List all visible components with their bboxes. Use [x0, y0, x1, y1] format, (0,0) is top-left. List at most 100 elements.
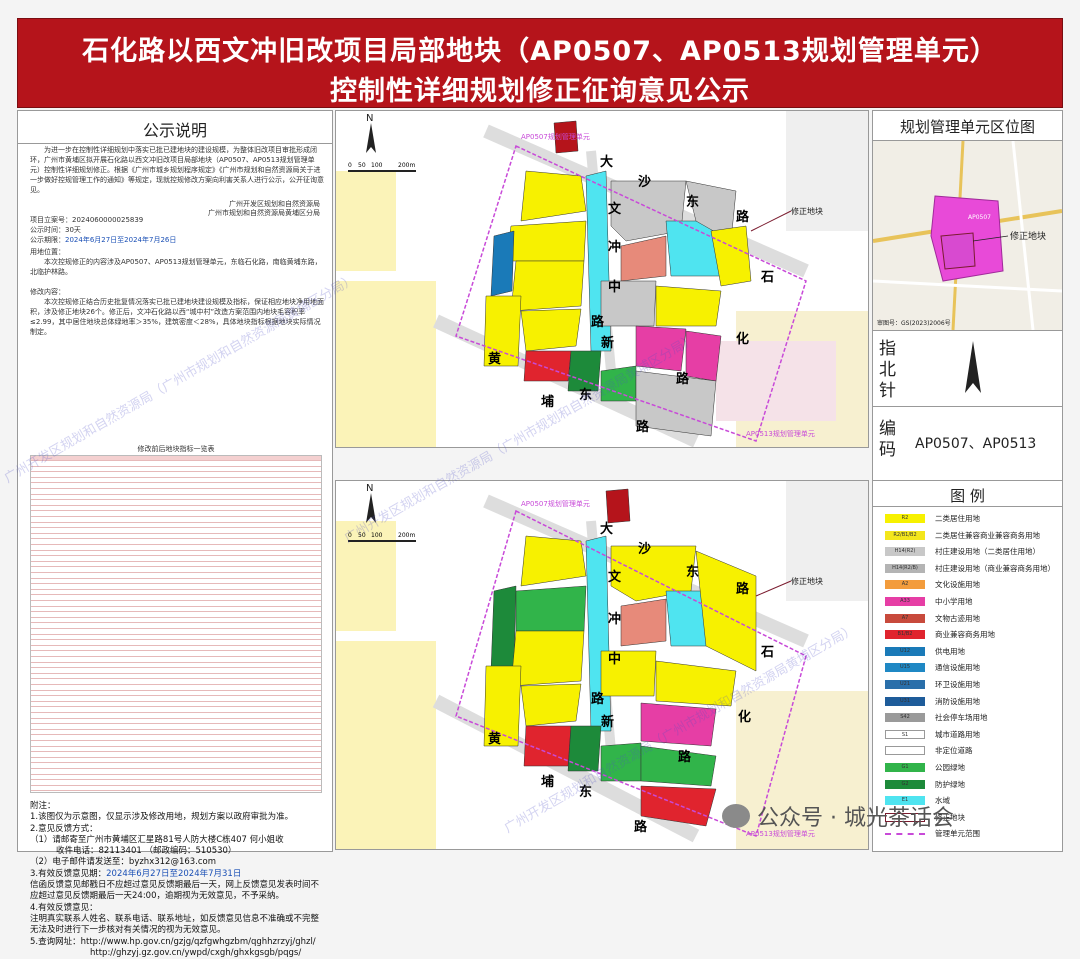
legend-item: A7 文物古迹用地 [885, 613, 1061, 624]
code-label: 编码 [879, 419, 896, 460]
table-row [31, 602, 321, 607]
legend-swatch: U15 [885, 663, 925, 673]
feedback-period-value: 2024年6月27日至2024年7月31日 [106, 868, 242, 879]
road-xin-2: 新 [601, 714, 614, 730]
legend-label: 防护绿地 [935, 779, 965, 789]
note-1: 1.该图仅为示意图，仅显示涉及修改用地，规划方案以政府审批为准。 [30, 812, 294, 823]
table-row [31, 546, 321, 551]
location-title: 规划管理单元区位图 [899, 118, 1035, 136]
legend-label: 消防设施用地 [935, 696, 980, 706]
road-lu-6: 路 [591, 691, 605, 707]
table-row [31, 736, 321, 741]
legend-swatch [885, 746, 925, 756]
table-row [31, 702, 321, 708]
table-row [31, 551, 321, 557]
legend-label: 村庄建设用地（商业兼容商务用地） [935, 563, 1055, 573]
road-huang-2: 黄 [488, 731, 501, 747]
legend-swatch: G1 [885, 763, 925, 772]
table-row [31, 467, 321, 473]
legend-title: 图 例 [950, 487, 985, 505]
legend-label: 二类居住兼容商业兼容商务用地 [935, 530, 1040, 540]
note-5[interactable]: 5.查询网址：http://www.hp.gov.cn/gzjg/qzfgwhg… [30, 937, 326, 948]
notice-org-2: 广州市规划和自然资源局黄埔区分局 [208, 209, 320, 217]
code-section: 编码 AP0507、AP0513 [873, 407, 1062, 481]
road-wen-1: 文 [608, 201, 622, 217]
loc-modify-label: 修正地块 [1010, 230, 1046, 242]
scale-0-b: 0 [348, 532, 352, 539]
content-text: 本次控规修正结合历史批复情况落实已批已建地块建设规模及指标，保证相应地块净用地面… [30, 298, 324, 336]
note-4: 4.有效反馈意见： [30, 902, 98, 913]
code-value: AP0507、AP0513 [915, 436, 1037, 452]
table-row [31, 613, 321, 618]
legend-label: 文化设施用地 [935, 580, 980, 590]
table-row [31, 607, 321, 613]
table-row [31, 462, 321, 467]
legend-label: 社会停车场用地 [935, 713, 988, 723]
road-lu-8: 路 [634, 819, 648, 835]
legend-swatch: A33 [885, 597, 925, 606]
table-row [31, 714, 321, 719]
road-da-2: 大 [600, 521, 613, 537]
road-zhong-2: 中 [608, 651, 621, 667]
legend-label: 村庄建设用地（二类居住用地） [935, 547, 1040, 557]
scale-200: 200m [398, 162, 415, 169]
legend-label: 供电用地 [935, 646, 965, 656]
page: 石化路以西文冲旧改项目局部地块（AP0507、AP0513规划管理单元） 控制性… [0, 0, 1080, 958]
table-row [31, 557, 321, 562]
legend-item: R2 二类居住用地 [885, 513, 1061, 524]
publicity-period: 公示期限：2024年6月27日至2024年7月26日 [30, 235, 176, 245]
publicity-period-value: 2024年6月27日至2024年7月26日 [65, 236, 177, 244]
road-pu-2: 埔 [541, 774, 554, 790]
publicity-period-label: 公示期限： [30, 236, 65, 244]
road-shi-1: 石 [760, 270, 774, 285]
legend-swatch: H14(R2) [885, 547, 925, 557]
note-2a: （1）请邮寄至广州市黄埔区汇星路81号人防大楼C栋407 何小姐收 [30, 834, 284, 845]
legend-item: U21 环卫设施用地 [885, 679, 1061, 690]
unit-label-top-2: AP0507规划管理单元 [521, 499, 590, 508]
legend-label: 中小学用地 [935, 597, 973, 606]
content-label: 修改内容： [30, 288, 65, 296]
table-row [31, 725, 321, 730]
title-line-1: 石化路以西文冲旧改项目局部地块（AP0507、AP0513规划管理单元） [82, 36, 998, 67]
legend-swatch: R2/B1/B2 [885, 530, 925, 540]
legend-item: H14(R2/B) 村庄建设用地（商业兼容商务用地） [885, 563, 1061, 574]
road-dong-3: 东 [686, 564, 699, 580]
scale-200-b: 200m [398, 532, 415, 539]
table-row [31, 512, 321, 517]
notes: 附注： 1.该图仅为示意图，仅显示涉及修改用地，规划方案以政府审批为准。 2.意… [30, 801, 326, 959]
table-row [31, 691, 321, 697]
legend-swatch: U21 [885, 680, 925, 689]
scale-100: 100 [371, 162, 383, 169]
table-row [31, 686, 321, 691]
road-zhong-1: 中 [608, 279, 621, 295]
note-5b[interactable]: http://ghzyj.gz.gov.cn/ywpd/cxgh/ghxkgsg… [30, 948, 326, 959]
road-dong-2: 东 [579, 387, 592, 403]
legend-label: 通信设施用地 [935, 663, 980, 673]
table-row [31, 775, 321, 781]
table-row [31, 624, 321, 629]
compass-section: 指北针 [873, 331, 1062, 407]
table-row [31, 501, 321, 506]
feedback-period-label: 3.有效反馈意见期： [30, 868, 107, 879]
road-lu-3: 路 [676, 371, 690, 387]
legend-label: 环卫设施用地 [935, 680, 980, 689]
road-chong-1: 冲 [608, 239, 621, 255]
map-before: N 0 50 100 200m AP0507规划管理单元 AP0513规划管理单… [335, 110, 869, 448]
table-row [31, 742, 321, 747]
road-dong-4: 东 [579, 784, 592, 800]
scale-0: 0 [348, 162, 352, 169]
email-link[interactable]: byzhx312@163.com [129, 857, 216, 867]
table-row [31, 674, 321, 680]
legend-swatch: S42 [885, 713, 925, 723]
north-arrow-icon [965, 341, 981, 393]
location-map-svg: 修正地块 AP0507 审图号：GS(2023)2006号 [872, 140, 1063, 331]
legend-item: G1 公园绿地 [885, 762, 1061, 773]
table-row [31, 781, 321, 786]
legend-swatch: H14(R2/B) [885, 563, 925, 573]
note-4-text: 注明真实联系人姓名、联系电话、联系地址，如反馈意见信息不准确或不完整无法及时进行… [30, 913, 320, 936]
table-row [31, 708, 321, 713]
table-row [31, 478, 321, 484]
legend-title-bar: 图 例 [873, 481, 1062, 507]
table-row [31, 523, 321, 529]
table-row [31, 590, 321, 596]
